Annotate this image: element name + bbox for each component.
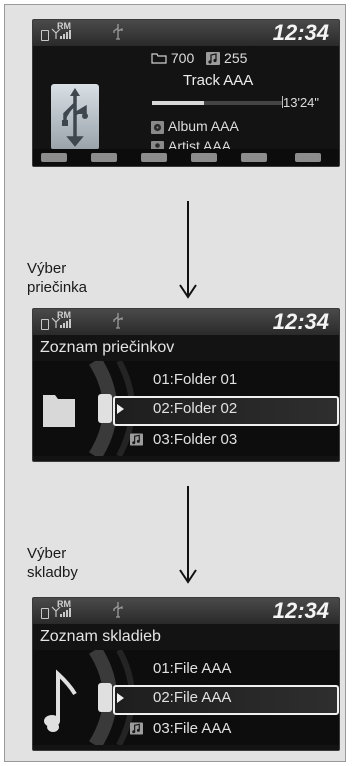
- usb-status-icon: [113, 602, 123, 618]
- step-label-line1: Výber: [27, 545, 67, 562]
- random-icon[interactable]: [241, 153, 267, 162]
- step-label-select-track: Výber skladby: [27, 544, 78, 582]
- folder-list: 01:Folder 01 02:Folder 02 03:Folder 03: [33, 361, 339, 456]
- down-arrow-icon: [179, 201, 197, 299]
- roaming-label: RM: [57, 21, 71, 31]
- folder-scan-icon[interactable]: [91, 153, 117, 162]
- usb-status-icon: [113, 24, 123, 40]
- softkey-bar: [33, 149, 339, 166]
- roaming-label: RM: [57, 310, 71, 320]
- album-name: Album AAA: [168, 118, 239, 134]
- progress-fill: [152, 101, 204, 105]
- phone-battery-icon: [41, 608, 49, 619]
- album-row: Album AAA: [151, 118, 239, 134]
- track-count-icon: [206, 51, 221, 65]
- folder-count: 700: [170, 50, 195, 67]
- step-label-line2: skladby: [27, 564, 78, 581]
- file-list-title: Zoznam skladieb: [40, 628, 161, 645]
- status-bar: RM 12:34: [33, 598, 339, 624]
- step-label-line2: priečinka: [27, 279, 88, 296]
- list-item[interactable]: 03:Folder 03: [153, 431, 237, 448]
- selection-arrow-icon: [117, 404, 124, 414]
- track-title: Track AAA: [183, 72, 254, 89]
- album-icon: [151, 120, 164, 134]
- clock: 12:34: [272, 20, 329, 45]
- step-label-line1: Výber: [27, 260, 67, 277]
- elapsed-time: 13'24": [283, 95, 320, 110]
- selection-arrow-icon: [117, 693, 124, 703]
- repeat-icon[interactable]: [141, 153, 167, 162]
- status-bar: RM 12:34: [33, 20, 339, 46]
- folder-play-icon[interactable]: [41, 153, 67, 162]
- file-list-screen: RM 12:34 Zoznam skladieb 01:File AAA 02:…: [32, 597, 340, 751]
- music-note-icon: [130, 433, 143, 446]
- clock: 12:34: [272, 309, 329, 334]
- list-item-selected[interactable]: 02:File AAA: [153, 689, 231, 706]
- now-playing-screen: RM 12:34 700 255 Track AAA 13'24" Album …: [32, 19, 340, 167]
- folder-list-title: Zoznam priečinkov: [40, 339, 175, 356]
- random-folder-icon[interactable]: [295, 153, 321, 162]
- usb-status-icon: [113, 313, 123, 329]
- file-list: 01:File AAA 02:File AAA 03:File AAA: [33, 650, 339, 745]
- track-count: 255: [224, 50, 248, 67]
- clock: 12:34: [272, 598, 329, 623]
- list-item[interactable]: 03:File AAA: [153, 720, 231, 737]
- phone-battery-icon: [41, 319, 49, 330]
- manual-page: RM 12:34 700 255 Track AAA 13'24" Album …: [4, 4, 346, 762]
- step-label-select-folder: Výber priečinka: [27, 259, 87, 297]
- down-arrow-icon: [179, 486, 197, 584]
- list-item-selected[interactable]: 02:Folder 02: [153, 400, 237, 417]
- repeat-folder-icon[interactable]: [191, 153, 217, 162]
- roaming-label: RM: [57, 599, 71, 609]
- music-note-icon: [130, 722, 143, 735]
- list-item[interactable]: 01:File AAA: [153, 660, 231, 677]
- track-counter-row: 700 255: [151, 49, 255, 66]
- phone-battery-icon: [41, 30, 49, 41]
- list-item[interactable]: 01:Folder 01: [153, 371, 237, 388]
- folder-count-icon: [151, 53, 167, 64]
- usb-source-icon: [51, 84, 99, 150]
- folder-list-screen: RM 12:34 Zoznam priečinkov 01:Folder 01 …: [32, 308, 340, 462]
- progress-bar: [152, 101, 282, 105]
- status-bar: RM 12:34: [33, 309, 339, 335]
